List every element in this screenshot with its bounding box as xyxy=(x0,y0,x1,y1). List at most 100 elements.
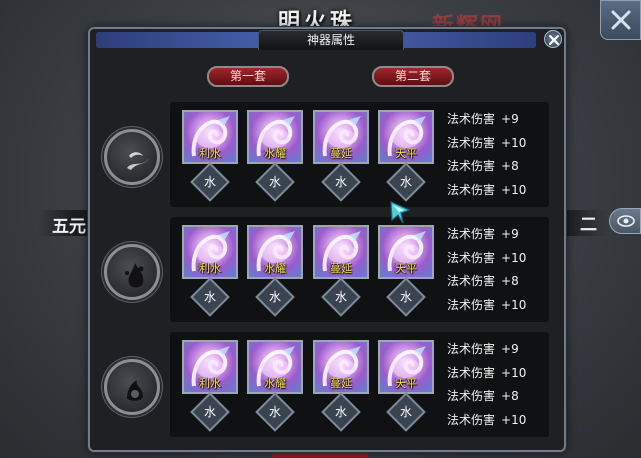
element-label: 水 xyxy=(268,290,281,304)
artifact-name: 天平 xyxy=(395,262,417,275)
dialog-close-button[interactable] xyxy=(544,30,562,48)
artifact-name: 利水 xyxy=(199,377,221,390)
stat-label: 法术伤害 xyxy=(447,250,496,265)
artifact-name: 水耀 xyxy=(264,147,286,160)
mouse-cursor-icon xyxy=(390,201,411,224)
stat-list: 法术伤害 +9 法术伤害 +10 法术伤害 +8 法术伤害 +10 xyxy=(447,340,547,434)
set-panel: 利水水水耀水蔓延水天平水法术伤害 +9 法术伤害 +10 法术伤害 +8 法术伤害 +10 xyxy=(170,217,549,322)
set-two-button[interactable]: 第二套 xyxy=(372,66,454,87)
set-panel: 利水水水耀水蔓延水天平水法术伤害 +9 法术伤害 +10 法术伤害 +8 法术伤害 +10 xyxy=(170,102,549,207)
artifact-item-icon[interactable]: 天平 xyxy=(378,340,434,394)
artifact-name: 水耀 xyxy=(264,262,286,275)
artifact-item-icon[interactable]: 水耀 xyxy=(247,340,303,394)
stat-line: 法术伤害 +10 xyxy=(447,134,547,158)
element-label: 水 xyxy=(334,290,347,304)
element-label: 水 xyxy=(203,290,216,304)
stat-list: 法术伤害 +9 法术伤害 +10 法术伤害 +8 法术伤害 +10 xyxy=(447,110,547,204)
stat-line: 法术伤害 +10 xyxy=(447,181,547,205)
artifact-item-icon[interactable]: 蔓延 xyxy=(313,225,369,279)
element-label: 水 xyxy=(399,405,412,419)
artifact-slot[interactable]: 蔓延水 xyxy=(313,225,369,317)
stat-line: 法术伤害 +8 xyxy=(447,157,547,181)
artifact-item-icon[interactable]: 天平 xyxy=(378,110,434,164)
artifact-slot[interactable]: 水耀水 xyxy=(247,225,303,317)
stat-label: 法术伤害 xyxy=(447,412,496,427)
stat-value: +9 xyxy=(501,342,519,356)
artifact-slot[interactable]: 蔓延水 xyxy=(313,110,369,202)
artifact-item-icon[interactable]: 利水 xyxy=(182,340,238,394)
element-label: 水 xyxy=(203,405,216,419)
stat-label: 法术伤害 xyxy=(447,365,496,380)
stat-value: +8 xyxy=(501,274,519,288)
close-icon xyxy=(611,10,631,30)
stat-label: 法术伤害 xyxy=(447,227,496,241)
stat-line: 法术伤害 +10 xyxy=(447,249,547,273)
stat-value: +8 xyxy=(501,159,519,173)
set-row: 利水水水耀水蔓延水天平水法术伤害 +9 法术伤害 +10 法术伤害 +8 法术伤害 +10 xyxy=(90,332,568,437)
stat-line: 法术伤害 +10 xyxy=(447,364,547,388)
stat-label: 法术伤害 xyxy=(447,342,496,356)
stat-value: +10 xyxy=(501,135,527,150)
artifact-item-icon[interactable]: 水耀 xyxy=(247,225,303,279)
artifact-name: 水耀 xyxy=(264,377,286,390)
artifact-item-icon[interactable]: 利水 xyxy=(182,110,238,164)
stat-label: 法术伤害 xyxy=(447,297,496,312)
artifact-item-icon[interactable]: 蔓延 xyxy=(313,110,369,164)
stat-value: +9 xyxy=(501,227,519,241)
artifact-name: 利水 xyxy=(199,147,221,160)
stat-value: +10 xyxy=(501,182,527,197)
artifact-slot[interactable]: 水耀水 xyxy=(247,340,303,432)
artifact-slot[interactable]: 利水水 xyxy=(182,110,238,202)
stat-value: +10 xyxy=(501,250,527,265)
set-emblem[interactable] xyxy=(104,129,160,185)
flame-emblem-icon xyxy=(127,380,143,401)
artifact-slot[interactable]: 天平水 xyxy=(378,225,434,317)
artifact-slot[interactable]: 蔓延水 xyxy=(313,340,369,432)
set-emblem[interactable] xyxy=(104,244,160,300)
artifact-slot[interactable]: 利水水 xyxy=(182,225,238,317)
dialog-title: 神器属性 xyxy=(258,30,404,50)
stat-line: 法术伤害 +10 xyxy=(447,411,547,435)
set-row: 利水水水耀水蔓延水天平水法术伤害 +9 法术伤害 +10 法术伤害 +8 法术伤害 +10 xyxy=(90,217,568,322)
artifact-name: 天平 xyxy=(395,377,417,390)
background-right-label: 二 xyxy=(580,215,597,235)
close-icon xyxy=(549,35,559,45)
set-panel: 利水水水耀水蔓延水天平水法术伤害 +9 法术伤害 +10 法术伤害 +8 法术伤害 +10 xyxy=(170,332,549,437)
stat-line: 法术伤害 +9 xyxy=(447,110,547,134)
stat-line: 法术伤害 +8 xyxy=(447,272,547,296)
stat-line: 法术伤害 +9 xyxy=(447,340,547,364)
background-left-label: 五元 xyxy=(52,217,86,237)
artifact-item-icon[interactable]: 利水 xyxy=(182,225,238,279)
stat-label: 法术伤害 xyxy=(447,159,496,173)
stat-label: 法术伤害 xyxy=(447,389,496,403)
artifact-item-icon[interactable]: 天平 xyxy=(378,225,434,279)
stat-value: +10 xyxy=(501,412,527,427)
background-close-button[interactable] xyxy=(600,0,641,40)
artifact-item-icon[interactable]: 蔓延 xyxy=(313,340,369,394)
drop-emblem-icon xyxy=(125,263,144,288)
artifact-slot[interactable]: 天平水 xyxy=(378,110,434,202)
artifact-slot[interactable]: 水耀水 xyxy=(247,110,303,202)
stat-label: 法术伤害 xyxy=(447,135,496,150)
set-emblem[interactable] xyxy=(104,359,160,415)
set-one-button[interactable]: 第一套 xyxy=(207,66,289,87)
artifact-item-icon[interactable]: 水耀 xyxy=(247,110,303,164)
element-label: 水 xyxy=(203,175,216,189)
artifact-name: 蔓延 xyxy=(330,147,352,160)
stat-label: 法术伤害 xyxy=(447,112,496,126)
view-toggle-button[interactable] xyxy=(609,208,641,234)
element-label: 水 xyxy=(399,290,412,304)
artifact-name: 蔓延 xyxy=(330,262,352,275)
artifact-slot[interactable]: 利水水 xyxy=(182,340,238,432)
stat-label: 法术伤害 xyxy=(447,274,496,288)
element-label: 水 xyxy=(268,175,281,189)
stat-value: +10 xyxy=(501,365,527,380)
eye-icon xyxy=(617,215,635,227)
stat-line: 法术伤害 +9 xyxy=(447,225,547,249)
element-label: 水 xyxy=(334,405,347,419)
element-label: 水 xyxy=(399,175,412,189)
artifact-name: 蔓延 xyxy=(330,377,352,390)
artifact-slot[interactable]: 天平水 xyxy=(378,340,434,432)
stat-value: +10 xyxy=(501,297,527,312)
stat-label: 法术伤害 xyxy=(447,182,496,197)
